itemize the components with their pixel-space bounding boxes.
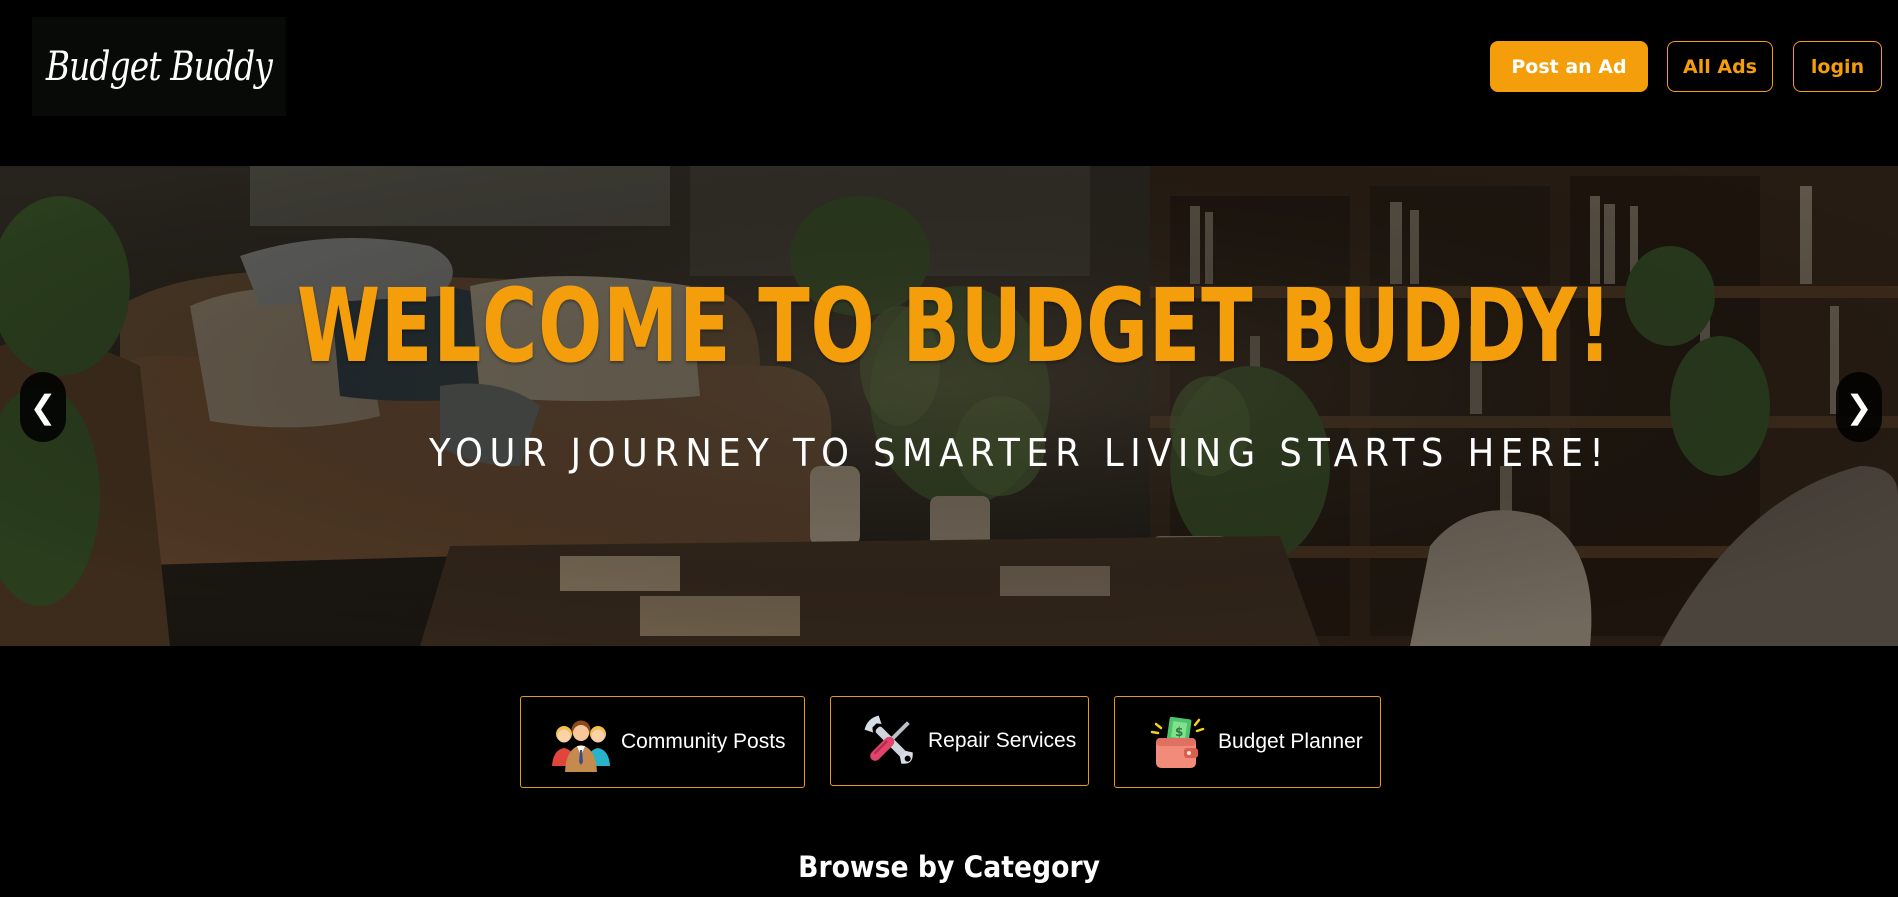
hero-subtitle: YOUR JOURNEY TO SMARTER LIVING STARTS HE… <box>428 431 1611 475</box>
repair-services-link[interactable]: Repair Services <box>830 696 1089 786</box>
carousel-prev-button[interactable]: ❮ <box>20 372 66 442</box>
browse-category-heading: Browse by Category <box>798 850 1101 884</box>
community-people-icon <box>552 720 610 772</box>
wrench-screwdriver-icon <box>864 715 913 764</box>
all-ads-button[interactable]: All Ads <box>1667 41 1773 92</box>
community-posts-link[interactable]: Community Posts <box>520 696 805 788</box>
login-button[interactable]: login <box>1793 41 1882 92</box>
budget-planner-label: Budget Planner <box>1218 730 1363 753</box>
repair-services-label: Repair Services <box>928 729 1077 752</box>
svg-text:$: $ <box>1175 725 1183 739</box>
logo[interactable]: Budget Buddy <box>32 17 286 116</box>
community-posts-label: Community Posts <box>621 730 786 753</box>
hero-overlay <box>0 166 1898 646</box>
wallet-money-icon: $ <box>1150 716 1205 768</box>
budget-planner-link[interactable]: $ Budget Planner <box>1114 696 1381 788</box>
carousel-next-button[interactable]: ❯ <box>1836 372 1882 442</box>
hero-carousel: WELCOME TO BUDGET BUDDY! YOUR JOURNEY TO… <box>0 166 1898 646</box>
chevron-right-icon: ❯ <box>1845 388 1873 426</box>
site-header: Budget Buddy Post an Ad All Ads login <box>0 0 1898 166</box>
hero-title: WELCOME TO BUDGET BUDDY! <box>296 267 1613 386</box>
post-ad-button[interactable]: Post an Ad <box>1490 41 1648 92</box>
logo-text: Budget Buddy <box>45 43 273 90</box>
chevron-left-icon: ❮ <box>29 388 57 426</box>
page: Budget Buddy Post an Ad All Ads login WE… <box>0 0 1898 897</box>
